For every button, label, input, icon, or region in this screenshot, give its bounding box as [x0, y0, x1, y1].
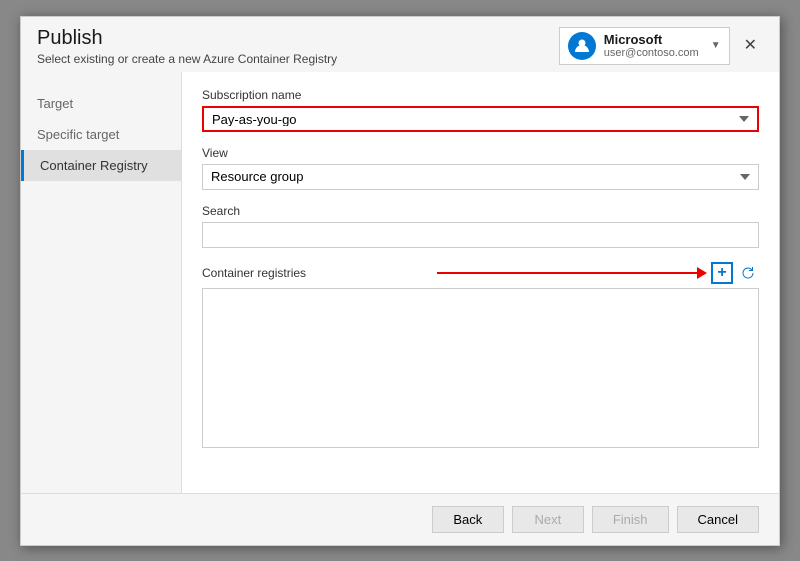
title-left: Publish Select existing or create a new …: [37, 27, 337, 66]
arrow-annotation: [437, 267, 707, 279]
dialog-title: Publish: [37, 27, 337, 50]
view-label: View: [202, 146, 759, 160]
subscription-group: Subscription name Pay-as-you-go: [202, 88, 759, 132]
account-email: user@contoso.com: [604, 47, 699, 59]
account-badge[interactable]: Microsoft user@contoso.com ▼: [559, 27, 730, 65]
registries-list[interactable]: [202, 288, 759, 448]
arrow-head: [697, 267, 707, 279]
subscription-label: Subscription name: [202, 88, 759, 102]
account-info: Microsoft user@contoso.com: [604, 32, 699, 59]
search-label: Search: [202, 204, 759, 218]
sidebar-item-container-registry-label: Container Registry: [40, 158, 148, 173]
search-input[interactable]: [202, 222, 759, 248]
arrow-line: [437, 272, 697, 274]
view-group: View Resource group Subscription Locatio…: [202, 146, 759, 190]
finish-button[interactable]: Finish: [592, 506, 669, 533]
registries-section: Container registries +: [202, 262, 759, 448]
sidebar-item-target-label: Target: [37, 96, 73, 111]
sidebar: Target Specific target Container Registr…: [21, 72, 181, 493]
cancel-button[interactable]: Cancel: [677, 506, 759, 533]
dialog-subtitle: Select existing or create a new Azure Co…: [37, 52, 337, 66]
registries-actions: +: [711, 262, 759, 284]
sidebar-item-container-registry[interactable]: Container Registry: [21, 150, 181, 181]
view-select[interactable]: Resource group Subscription Location: [202, 164, 759, 190]
footer: Back Next Finish Cancel: [21, 493, 779, 545]
search-group: Search: [202, 204, 759, 248]
account-icon: [568, 32, 596, 60]
sidebar-item-specific-target-label: Specific target: [37, 127, 119, 142]
account-chevron-icon: ▼: [711, 40, 721, 51]
publish-dialog: Publish Select existing or create a new …: [20, 16, 780, 546]
registries-label: Container registries: [202, 266, 306, 280]
registries-header: Container registries +: [202, 262, 759, 284]
subscription-select[interactable]: Pay-as-you-go: [202, 106, 759, 132]
next-button[interactable]: Next: [512, 506, 584, 533]
refresh-button[interactable]: [737, 262, 759, 284]
close-button[interactable]: ✕: [738, 36, 763, 56]
content-area: Target Specific target Container Registr…: [21, 72, 779, 493]
add-registry-button[interactable]: +: [711, 262, 733, 284]
back-button[interactable]: Back: [432, 506, 504, 533]
sidebar-item-target[interactable]: Target: [21, 88, 181, 119]
main-panel: Subscription name Pay-as-you-go View Res…: [181, 72, 779, 493]
title-bar: Publish Select existing or create a new …: [21, 17, 779, 72]
account-name: Microsoft: [604, 32, 699, 47]
sidebar-item-specific-target[interactable]: Specific target: [21, 119, 181, 150]
